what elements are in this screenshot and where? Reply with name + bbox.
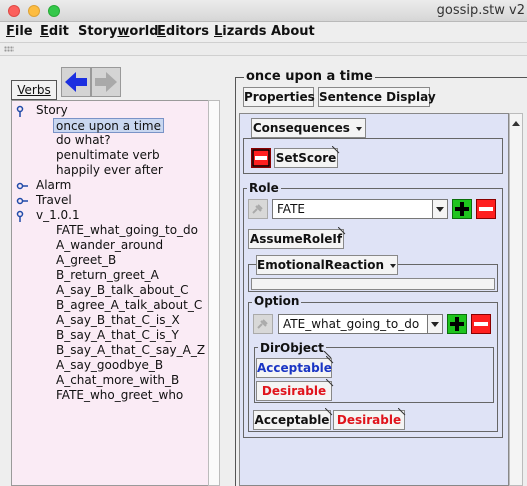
menu-editors[interactable]: Editors <box>157 24 209 39</box>
tree-leaf-item[interactable]: A_say_B_talk_about_C <box>56 283 189 298</box>
role-combo-arrow[interactable] <box>432 199 448 219</box>
option-combo-arrow[interactable] <box>427 314 443 334</box>
pin-icon <box>252 204 263 214</box>
role-pin-button[interactable] <box>248 199 268 219</box>
tree-leaf-item[interactable]: B_return_greet_A <box>56 268 159 283</box>
corner-fold-icon <box>338 227 346 235</box>
app-window: gossip.stw v2 File Edit Storyworld Edito… <box>0 0 527 486</box>
corner-fold-icon <box>332 146 340 154</box>
tree-folder-item[interactable]: Story <box>36 103 68 118</box>
tree-leaf-item[interactable]: A_greet_B <box>56 253 116 268</box>
role-label: Role <box>247 181 281 195</box>
verbs-button[interactable]: Verbs <box>11 80 57 100</box>
plus-icon <box>455 202 469 216</box>
corner-fold-icon <box>326 356 334 364</box>
minus-icon <box>479 207 493 211</box>
chevron-down-icon <box>436 207 444 212</box>
delete-option-button[interactable] <box>471 314 491 334</box>
back-arrow-icon <box>65 72 87 92</box>
chevron-down-icon <box>431 322 439 327</box>
menu-mnemonic: F <box>6 24 15 39</box>
assume-role-if-button[interactable]: AssumeRoleIf <box>248 229 344 249</box>
forward-button[interactable] <box>91 67 121 97</box>
corner-fold-icon <box>325 408 333 416</box>
emotional-reaction-label: EmotionalReaction <box>257 258 385 272</box>
tree-leaf-item[interactable]: A_chat_more_with_B <box>56 373 179 388</box>
minus-icon <box>252 149 270 167</box>
menu-bar: File Edit Storyworld Editors Lizards Abo… <box>0 22 527 42</box>
tree-scrollbar[interactable] <box>208 100 220 486</box>
option-desirable-button[interactable]: Desirable <box>333 410 405 430</box>
dirobject-acceptable-button[interactable]: Acceptable <box>256 358 332 378</box>
consequences-label: Consequences <box>252 121 350 135</box>
menu-edit[interactable]: Edit <box>40 24 69 39</box>
tree-leaf-item[interactable]: B_say_A_that_C_say_A_Z <box>56 343 205 358</box>
forward-arrow-icon <box>95 72 117 92</box>
tree-leaf-item[interactable]: A_say_B_that_C_is_X <box>56 313 180 328</box>
tree-leaf-item[interactable]: A_say_goodbye_B <box>56 358 163 373</box>
sentence-display-button[interactable]: Sentence Display <box>318 87 436 107</box>
dirobject-label: DirObject <box>258 341 326 355</box>
add-option-button[interactable] <box>447 314 467 334</box>
tree-collapsed-icon[interactable] <box>16 195 28 207</box>
option-acceptable-button[interactable]: Acceptable <box>253 410 331 430</box>
menu-mnemonic: w <box>117 24 130 39</box>
tree-collapsed-icon[interactable] <box>16 180 28 192</box>
dirobject-desirable-button[interactable]: Desirable <box>256 381 332 401</box>
menu-storyworld[interactable]: Storyworld <box>78 24 159 39</box>
menu-mnemonic: L <box>214 24 223 39</box>
title-bar: gossip.stw v2 <box>0 0 527 22</box>
tree-folder-item[interactable]: v_1.0.1 <box>36 208 80 223</box>
panel-scrollbar[interactable] <box>509 113 523 486</box>
tree-leaf-item[interactable]: penultimate verb <box>56 148 160 163</box>
menu-mnemonic: E <box>157 24 166 39</box>
back-button[interactable] <box>61 67 91 97</box>
tree-leaf-item[interactable]: do what? <box>56 133 111 148</box>
corner-fold-icon <box>398 408 406 416</box>
verbs-label: Verbs <box>17 83 51 97</box>
menu-lizards[interactable]: Lizards <box>214 24 267 39</box>
minimize-window-button[interactable] <box>28 5 40 17</box>
scroll-up-icon <box>512 121 520 126</box>
option-combo[interactable]: ATE_what_going_to_do <box>278 314 429 334</box>
tree-leaf-item[interactable]: once upon a time <box>53 118 165 133</box>
tree-folder-item[interactable]: Alarm <box>36 178 71 193</box>
role-combo[interactable]: FATE <box>272 199 434 219</box>
delete-role-button[interactable] <box>476 199 496 219</box>
verb-title: once upon a time <box>244 69 375 84</box>
consequences-dropdown[interactable]: Consequences <box>251 118 366 138</box>
properties-button[interactable]: Properties <box>243 87 315 107</box>
tree-leaf-item[interactable]: FATE_what_going_to_do <box>56 223 198 238</box>
pin-icon <box>257 319 268 329</box>
menu-mnemonic: E <box>40 24 49 39</box>
tree-leaf-item[interactable]: A_wander_around <box>56 238 163 253</box>
tree-folder-item[interactable]: Travel <box>36 193 72 208</box>
option-label: Option <box>252 294 302 308</box>
grip-icon[interactable] <box>4 46 14 52</box>
corner-fold-icon <box>326 379 334 387</box>
tree-leaf-item[interactable]: B_say_A_that_C_is_Y <box>56 328 179 343</box>
menu-about[interactable]: About <box>271 24 315 39</box>
plus-icon <box>450 317 464 331</box>
tree-leaf-item[interactable]: FATE_who_greet_who <box>56 388 183 403</box>
toolbar-strip <box>0 42 527 56</box>
close-window-button[interactable] <box>8 5 20 17</box>
emotional-reaction-scrollbar[interactable] <box>251 278 495 290</box>
window-title: gossip.stw v2 <box>436 3 525 18</box>
tree-leaf-item[interactable]: happily ever after <box>56 163 163 178</box>
tree-leaf-item[interactable]: B_agree_A_talk_about_C <box>56 298 202 313</box>
add-role-button[interactable] <box>452 199 472 219</box>
chevron-down-icon <box>390 263 397 268</box>
minus-icon <box>474 322 488 326</box>
maximize-window-button[interactable] <box>48 5 60 17</box>
emotional-reaction-dropdown[interactable]: EmotionalReaction <box>256 255 398 275</box>
tree-expanded-icon[interactable] <box>16 210 28 222</box>
menu-file[interactable]: File <box>6 24 33 39</box>
delete-consequence-button[interactable] <box>251 148 271 168</box>
chevron-down-icon <box>356 126 363 131</box>
tree-expanded-icon[interactable] <box>16 105 28 117</box>
setscore-button[interactable]: SetScore <box>274 148 338 168</box>
option-pin-button[interactable] <box>253 314 273 334</box>
